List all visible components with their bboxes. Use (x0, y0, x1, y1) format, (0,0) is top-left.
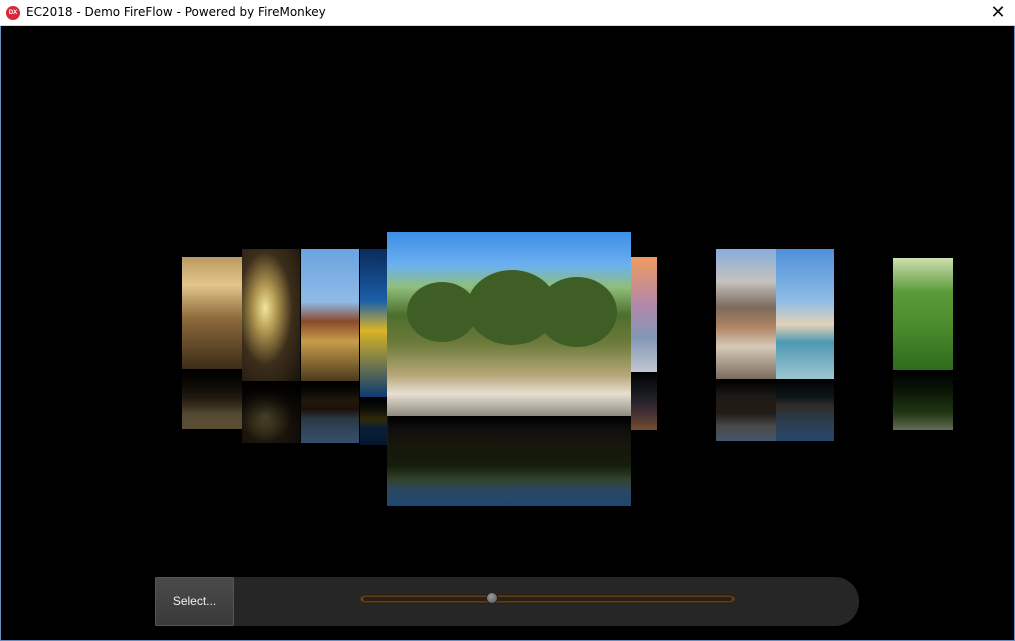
cover-golden-shore[interactable] (182, 257, 242, 369)
cover-blue-yellow-toy-reflection (360, 397, 388, 445)
title-bar: DX EC2018 - Demo FireFlow - Powered by F… (0, 0, 1015, 26)
window-title: EC2018 - Demo FireFlow - Powered by Fire… (26, 5, 326, 19)
cover-seaside-houses-reflection (716, 379, 776, 441)
cover-beach-bay[interactable] (776, 249, 834, 379)
slider-track (363, 597, 732, 601)
cover-golden-shore-reflection (182, 369, 242, 429)
cover-child-football[interactable] (893, 258, 953, 370)
cover-slider[interactable] (360, 592, 735, 604)
cover-building-reef[interactable] (301, 249, 359, 381)
cover-glowing-flower[interactable] (242, 249, 300, 381)
cover-sunset[interactable] (631, 257, 657, 372)
cover-seaside-houses[interactable] (716, 249, 776, 379)
app-logo-icon: DX (6, 6, 20, 20)
select-button[interactable]: Select... (155, 577, 234, 626)
cover-eucalyptus-beach[interactable] (387, 232, 631, 416)
cover-building-reef-reflection (301, 381, 359, 443)
cover-child-football-reflection (893, 370, 953, 430)
tree-canopy (537, 277, 617, 347)
cover-sunset-reflection (631, 372, 657, 430)
cover-glowing-flower-reflection (242, 381, 300, 443)
cover-eucalyptus-beach-reflection (387, 416, 631, 506)
cover-beach-bay-reflection (776, 379, 834, 441)
cover-blue-yellow-toy[interactable] (360, 249, 388, 397)
close-icon[interactable]: ✕ (981, 0, 1015, 26)
slider-thumb[interactable] (486, 592, 499, 604)
